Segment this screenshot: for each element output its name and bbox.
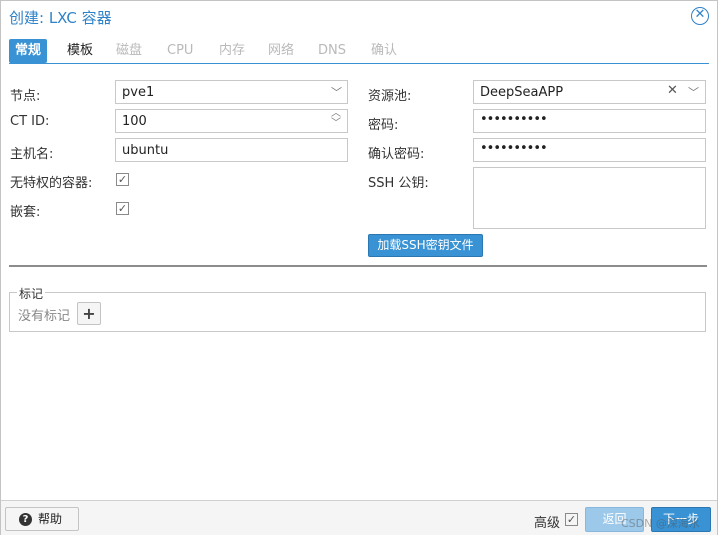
password-field[interactable]: •••••••••• (473, 109, 706, 133)
confirm-password-label: 确认密码: (368, 147, 425, 162)
node-select[interactable]: pve1 ﹀ (115, 80, 348, 104)
hostname-value: ubuntu (122, 143, 169, 158)
chevron-down-icon[interactable]: ﹀ (331, 84, 342, 100)
ctid-value: 100 (122, 114, 147, 129)
advanced-checkbox[interactable]: ✓ (565, 513, 578, 526)
password-value: •••••••••• (480, 112, 548, 127)
unprivileged-label: 无特权的容器: (10, 176, 93, 191)
no-tags-text: 没有标记 (18, 309, 71, 324)
confirm-password-value: •••••••••• (480, 141, 548, 156)
close-icon[interactable]: ✕ (691, 7, 709, 25)
spinner-arrows-icon[interactable]: ︿ ﹀ (331, 109, 341, 129)
help-button[interactable]: ? 帮助 (5, 507, 79, 531)
tags-legend: 标记 (17, 285, 46, 302)
pool-select[interactable]: DeepSeaAPP ✕ ﹀ (473, 80, 706, 104)
tab-template[interactable]: 模板 (67, 39, 93, 63)
pool-label: 资源池: (368, 89, 412, 104)
hostname-input[interactable]: ubuntu (115, 138, 348, 162)
add-tag-button[interactable]: + (77, 302, 101, 325)
pool-value: DeepSeaAPP (480, 85, 564, 100)
ssh-key-textarea[interactable] (473, 167, 706, 229)
unprivileged-checkbox[interactable]: ✓ (116, 173, 129, 186)
csdn-watermark: CSDN @深海水 (621, 517, 700, 530)
tab-network[interactable]: 网络 (268, 39, 294, 63)
tab-cpu[interactable]: CPU (167, 39, 193, 63)
tab-general[interactable]: 常规 (9, 39, 48, 63)
hostname-label: 主机名: (10, 147, 54, 162)
ssh-key-label: SSH 公钥: (368, 176, 429, 191)
tab-memory[interactable]: 内存 (219, 39, 245, 63)
ctid-spinner[interactable]: 100 ︿ ﹀ (115, 109, 348, 133)
tags-fieldset (9, 292, 706, 332)
help-icon: ? (19, 513, 32, 526)
title-bar: 创建: LXC 容器 ✕ (1, 1, 717, 33)
load-ssh-key-button[interactable]: 加载SSH密钥文件 (368, 234, 483, 257)
tab-dns[interactable]: DNS (318, 39, 346, 63)
help-label: 帮助 (38, 512, 63, 526)
tab-underline (9, 63, 709, 64)
advanced-label: 高级 (534, 516, 561, 531)
confirm-password-field[interactable]: •••••••••• (473, 138, 706, 162)
chevron-down-icon[interactable]: ﹀ (688, 84, 699, 100)
ctid-label: CT ID: (10, 114, 50, 129)
tab-disks[interactable]: 磁盘 (116, 39, 142, 63)
node-label: 节点: (10, 89, 41, 104)
footer-bar: ? 帮助 高级 ✓ 返回 下一步 (1, 500, 717, 535)
tab-confirm[interactable]: 确认 (371, 39, 397, 63)
plus-icon: + (82, 304, 96, 323)
password-label: 密码: (368, 118, 399, 133)
create-lxc-dialog: 创建: LXC 容器 ✕ 常规 模板 磁盘 CPU 内存 网络 DNS 确认 节… (0, 0, 718, 535)
node-value: pve1 (122, 85, 155, 100)
nesting-label: 嵌套: (10, 205, 41, 220)
dialog-title: 创建: LXC 容器 (9, 9, 112, 27)
clear-icon[interactable]: ✕ (667, 83, 678, 98)
nesting-checkbox[interactable]: ✓ (116, 202, 129, 215)
separator (9, 265, 707, 267)
